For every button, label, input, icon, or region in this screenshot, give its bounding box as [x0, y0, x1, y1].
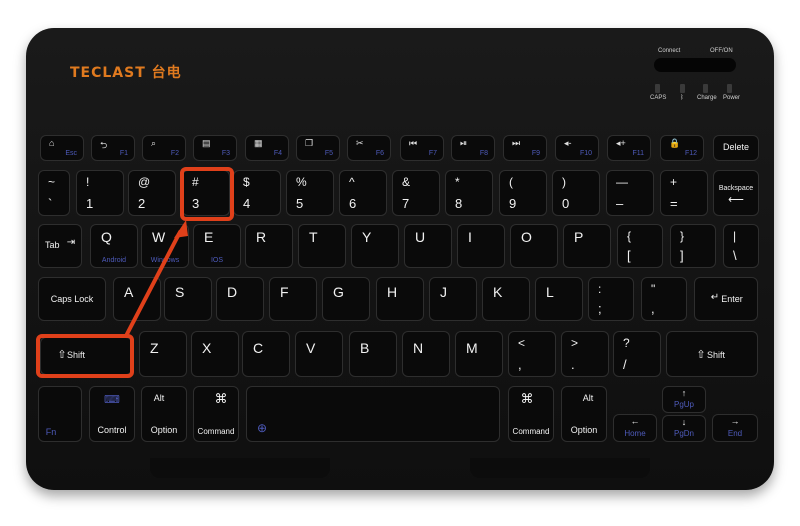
arrow-shift-to-3 [124, 220, 188, 338]
